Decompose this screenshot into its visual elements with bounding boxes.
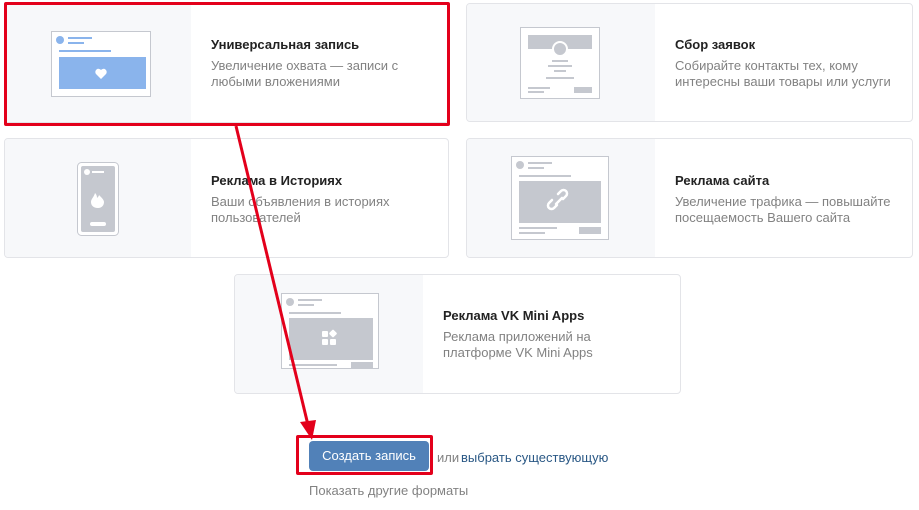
format-card-website[interactable]: Реклама сайта Увеличение трафика — повыш… [466,138,913,258]
card-description: Собирайте контакты тех, кому интересны в… [675,58,891,89]
format-thumbnail [467,139,655,257]
format-thumbnail [467,4,655,121]
card-title: Реклама в Историях [211,173,343,188]
card-title: Реклама VK Mini Apps [443,308,585,323]
post-illustration [51,31,151,97]
card-description: Ваши объявления в историях пользователей [211,194,390,225]
card-title: Сбор заявок [675,37,756,52]
format-thumbnail [5,139,191,257]
site-illustration [511,156,609,240]
format-card-universal-post[interactable]: Универсальная запись Увеличение охвата —… [4,3,449,123]
card-description: Увеличение охвата — записи с любыми влож… [211,58,399,89]
format-thumbnail [235,275,423,393]
format-thumbnail [5,4,191,122]
create-post-button[interactable]: Создать запись [309,441,429,471]
choose-existing-link[interactable]: выбрать существующую [461,450,608,465]
show-other-formats-link[interactable]: Показать другие форматы [309,483,468,498]
form-icon [520,27,600,99]
format-card-stories[interactable]: Реклама в Историях Ваши объявления в ист… [4,138,449,258]
card-description: Увеличение трафика — повышайте посещаемо… [675,194,891,225]
card-description: Реклама приложений на платформе VK Mini … [443,329,593,360]
card-title: Реклама сайта [675,173,770,188]
or-text: или [437,450,460,465]
format-card-vk-mini-apps[interactable]: Реклама VK Mini Apps Реклама приложений … [234,274,681,394]
mini-apps-illustration [281,293,379,369]
story-illustration [77,162,119,236]
card-title: Универсальная запись [211,37,360,52]
format-card-lead-form[interactable]: Сбор заявок Собирайте контакты тех, кому… [466,3,913,122]
